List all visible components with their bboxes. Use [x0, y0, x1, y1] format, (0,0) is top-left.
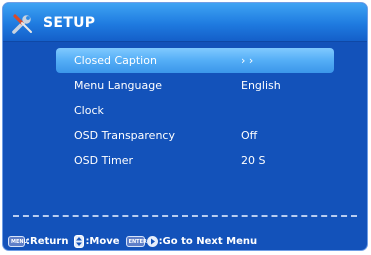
- menu-key-icon: MENU: [8, 235, 28, 247]
- menu-item-label: Clock: [74, 104, 104, 117]
- menu-item-menu-language[interactable]: Menu Language English: [56, 73, 334, 98]
- menu-item-value: English: [241, 79, 281, 92]
- move-hint: :Move: [85, 235, 120, 247]
- header-bar: SETUP: [3, 3, 367, 42]
- menu-item-osd-timer[interactable]: OSD Timer 20 S: [56, 148, 334, 173]
- menu-item-closed-caption[interactable]: Closed Caption › ›: [56, 48, 334, 73]
- up-down-key-icon: [74, 234, 85, 248]
- menu-item-label: Menu Language: [74, 79, 162, 92]
- enter-key-icon: ENTER: [125, 235, 147, 247]
- setup-osd-window: SETUP Closed Caption › › Menu Language E…: [2, 2, 368, 251]
- footer-help-bar: MENU :Return :Move ENTER :Go to Next Men…: [8, 233, 260, 249]
- tools-icon: [12, 14, 32, 34]
- footer-divider: [13, 215, 357, 217]
- menu-item-osd-transparency[interactable]: OSD Transparency Off: [56, 123, 334, 148]
- right-arrow-key-icon: [146, 235, 158, 247]
- menu-item-label: Closed Caption: [74, 54, 157, 67]
- submenu-arrow-icon: › ›: [241, 54, 254, 67]
- page-title: SETUP: [43, 15, 96, 31]
- next-menu-hint: :Go to Next Menu: [158, 235, 258, 247]
- menu-item-value: Off: [241, 129, 258, 142]
- menu-item-clock[interactable]: Clock: [56, 98, 334, 123]
- menu-item-label: OSD Transparency: [74, 129, 175, 142]
- setup-menu-list: Closed Caption › › Menu Language English…: [56, 48, 334, 173]
- return-hint: :Return: [26, 235, 69, 247]
- menu-item-value: 20 S: [241, 154, 266, 167]
- menu-item-label: OSD Timer: [74, 154, 134, 167]
